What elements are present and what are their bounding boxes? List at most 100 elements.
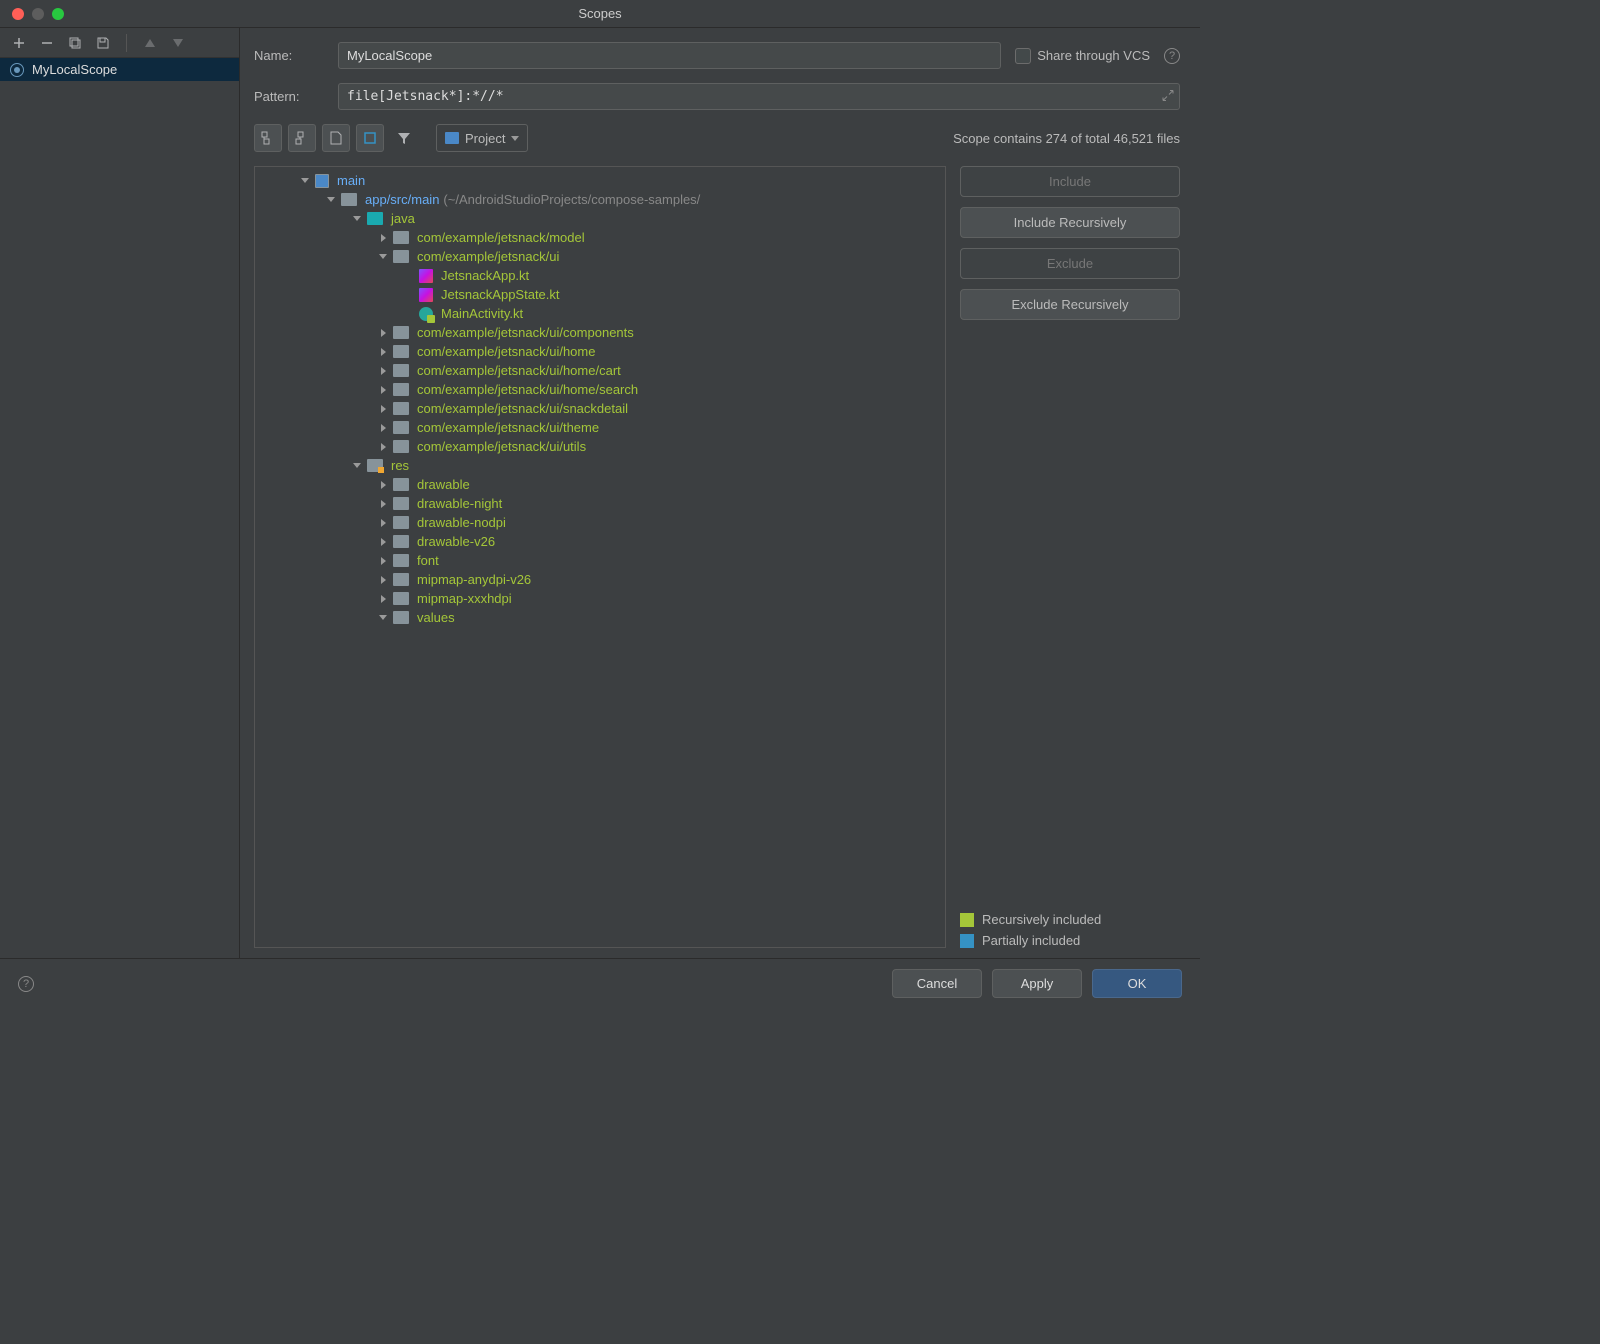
tree-label: com/example/jetsnack/ui/theme bbox=[417, 420, 599, 435]
maximize-window-icon[interactable] bbox=[52, 8, 64, 20]
tree-row[interactable]: drawable bbox=[255, 475, 945, 494]
file-tree[interactable]: main app/src/main (~/AndroidStudioProject… bbox=[254, 166, 946, 948]
share-vcs-label: Share through VCS bbox=[1037, 48, 1150, 63]
cancel-button[interactable]: Cancel bbox=[892, 969, 982, 998]
include-button[interactable]: Include bbox=[960, 166, 1180, 197]
tree-row[interactable]: com/example/jetsnack/ui/theme bbox=[255, 418, 945, 437]
expand-all-icon[interactable] bbox=[254, 124, 282, 152]
tree-toolbar: Project Scope contains 274 of total 46,5… bbox=[254, 124, 1180, 152]
tree-row[interactable]: drawable-night bbox=[255, 494, 945, 513]
kotlin-file-icon bbox=[419, 269, 433, 283]
tree-row[interactable]: app/src/main (~/AndroidStudioProjects/co… bbox=[255, 190, 945, 209]
close-window-icon[interactable] bbox=[12, 8, 24, 20]
tree-row[interactable]: main bbox=[255, 171, 945, 190]
tree-arrow-icon[interactable] bbox=[377, 443, 389, 451]
tree-row[interactable]: font bbox=[255, 551, 945, 570]
remove-icon[interactable] bbox=[38, 34, 56, 52]
save-icon[interactable] bbox=[94, 34, 112, 52]
share-vcs-checkbox[interactable]: Share through VCS bbox=[1015, 48, 1150, 64]
tree-row[interactable]: JetsnackApp.kt bbox=[255, 266, 945, 285]
folder-icon bbox=[393, 364, 409, 377]
folder-icon bbox=[393, 478, 409, 491]
scope-list-item[interactable]: MyLocalScope bbox=[0, 58, 239, 81]
tree-arrow-icon[interactable] bbox=[377, 557, 389, 565]
folder-icon bbox=[393, 231, 409, 244]
exclude-button[interactable]: Exclude bbox=[960, 248, 1180, 279]
copy-icon[interactable] bbox=[66, 34, 84, 52]
tree-row[interactable]: drawable-v26 bbox=[255, 532, 945, 551]
tree-arrow-icon[interactable] bbox=[377, 595, 389, 603]
tree-arrow-icon[interactable] bbox=[351, 463, 363, 468]
tree-row[interactable]: res bbox=[255, 456, 945, 475]
tree-row[interactable]: com/example/jetsnack/ui/components bbox=[255, 323, 945, 342]
tree-label: res bbox=[391, 458, 409, 473]
filter-icon[interactable] bbox=[390, 124, 418, 152]
move-up-icon[interactable] bbox=[141, 34, 159, 52]
name-input[interactable] bbox=[338, 42, 1001, 69]
help-icon[interactable]: ? bbox=[1164, 48, 1180, 64]
tree-hint: (~/AndroidStudioProjects/compose-samples… bbox=[443, 192, 700, 207]
tree-label: com/example/jetsnack/ui bbox=[417, 249, 559, 264]
tree-arrow-icon[interactable] bbox=[325, 197, 337, 202]
tree-row[interactable]: com/example/jetsnack/ui/home/search bbox=[255, 380, 945, 399]
tree-arrow-icon[interactable] bbox=[299, 178, 311, 183]
tree-row[interactable]: com/example/jetsnack/ui bbox=[255, 247, 945, 266]
tree-row[interactable]: values bbox=[255, 608, 945, 627]
tree-row[interactable]: com/example/jetsnack/ui/utils bbox=[255, 437, 945, 456]
tree-row[interactable]: com/example/jetsnack/model bbox=[255, 228, 945, 247]
tree-arrow-icon[interactable] bbox=[377, 576, 389, 584]
add-icon[interactable] bbox=[10, 34, 28, 52]
tree-label: JetsnackAppState.kt bbox=[441, 287, 560, 302]
expand-icon[interactable] bbox=[1162, 89, 1174, 104]
tree-arrow-icon[interactable] bbox=[377, 329, 389, 337]
tree-arrow-icon[interactable] bbox=[377, 615, 389, 620]
ok-button[interactable]: OK bbox=[1092, 969, 1182, 998]
tree-row[interactable]: JetsnackAppState.kt bbox=[255, 285, 945, 304]
tree-arrow-icon[interactable] bbox=[377, 386, 389, 394]
apply-button[interactable]: Apply bbox=[992, 969, 1082, 998]
tree-row[interactable]: com/example/jetsnack/ui/home bbox=[255, 342, 945, 361]
tree-arrow-icon[interactable] bbox=[377, 254, 389, 259]
tree-row[interactable]: mipmap-xxxhdpi bbox=[255, 589, 945, 608]
folder-icon bbox=[393, 402, 409, 415]
scope-editor: Name: Share through VCS ? Pattern: bbox=[240, 28, 1200, 958]
tree-arrow-icon[interactable] bbox=[351, 216, 363, 221]
name-label: Name: bbox=[254, 48, 324, 63]
titlebar: Scopes bbox=[0, 0, 1200, 28]
tree-label: com/example/jetsnack/ui/components bbox=[417, 325, 634, 340]
tree-row[interactable]: com/example/jetsnack/ui/snackdetail bbox=[255, 399, 945, 418]
tree-label: main bbox=[337, 173, 365, 188]
tree-arrow-icon[interactable] bbox=[377, 424, 389, 432]
tree-label: com/example/jetsnack/ui/home bbox=[417, 344, 595, 359]
tree-row[interactable]: mipmap-anydpi-v26 bbox=[255, 570, 945, 589]
group-by-icon[interactable] bbox=[356, 124, 384, 152]
tree-arrow-icon[interactable] bbox=[377, 405, 389, 413]
tree-row[interactable]: MainActivity.kt bbox=[255, 304, 945, 323]
local-scope-icon bbox=[10, 63, 24, 77]
show-files-icon[interactable] bbox=[322, 124, 350, 152]
module-icon bbox=[315, 174, 329, 188]
footer-help-icon[interactable]: ? bbox=[18, 976, 34, 992]
tree-arrow-icon[interactable] bbox=[377, 348, 389, 356]
activity-icon bbox=[419, 307, 433, 321]
tree-arrow-icon[interactable] bbox=[377, 481, 389, 489]
tree-arrow-icon[interactable] bbox=[377, 519, 389, 527]
tree-row[interactable]: com/example/jetsnack/ui/home/cart bbox=[255, 361, 945, 380]
minimize-window-icon[interactable] bbox=[32, 8, 44, 20]
move-down-icon[interactable] bbox=[169, 34, 187, 52]
exclude-recursively-button[interactable]: Exclude Recursively bbox=[960, 289, 1180, 320]
scope-stats: Scope contains 274 of total 46,521 files bbox=[953, 131, 1180, 146]
tree-arrow-icon[interactable] bbox=[377, 367, 389, 375]
pattern-input[interactable] bbox=[338, 83, 1180, 110]
folder-icon bbox=[393, 592, 409, 605]
tree-arrow-icon[interactable] bbox=[377, 538, 389, 546]
collapse-all-icon[interactable] bbox=[288, 124, 316, 152]
tree-row[interactable]: java bbox=[255, 209, 945, 228]
tree-label: com/example/jetsnack/ui/home/search bbox=[417, 382, 638, 397]
tree-arrow-icon[interactable] bbox=[377, 500, 389, 508]
tree-arrow-icon[interactable] bbox=[377, 234, 389, 242]
tree-label: com/example/jetsnack/ui/utils bbox=[417, 439, 586, 454]
include-recursively-button[interactable]: Include Recursively bbox=[960, 207, 1180, 238]
tree-row[interactable]: drawable-nodpi bbox=[255, 513, 945, 532]
scope-view-dropdown[interactable]: Project bbox=[436, 124, 528, 152]
